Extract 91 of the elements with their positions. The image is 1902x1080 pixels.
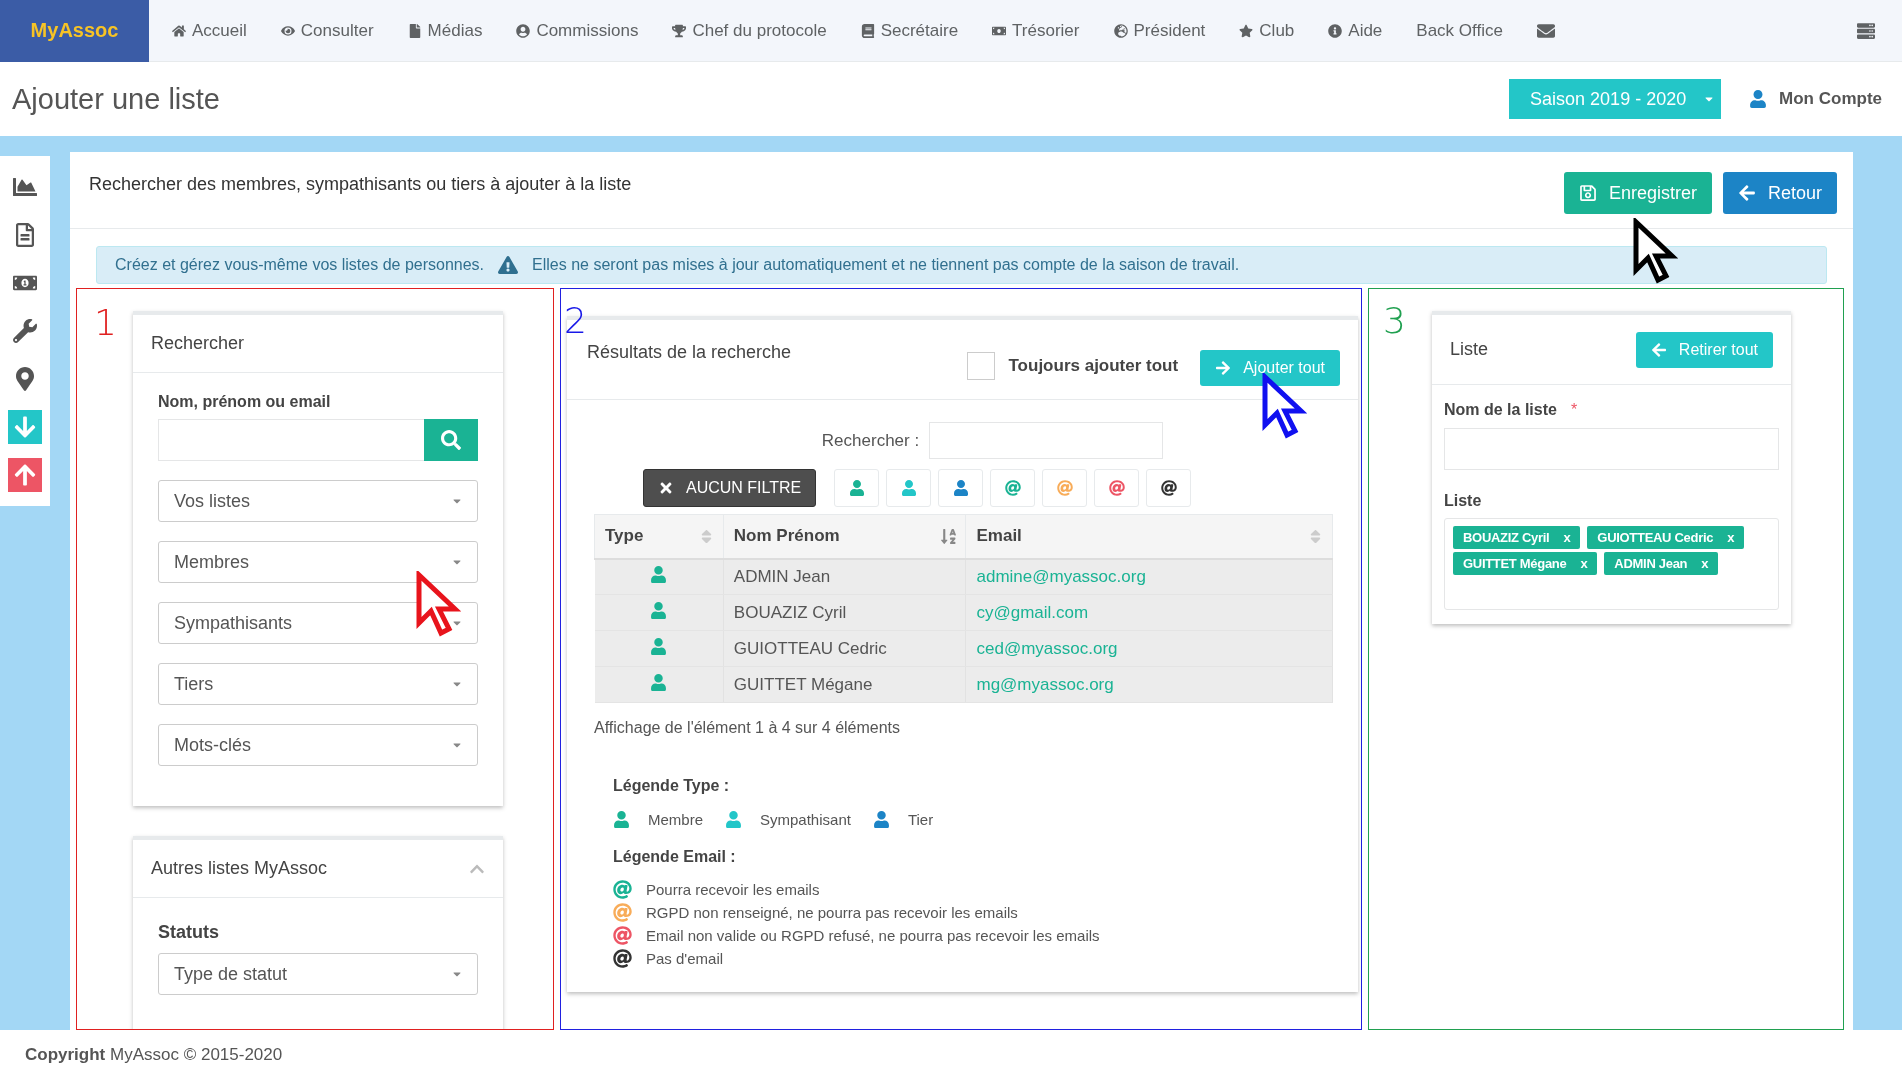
eye-icon <box>280 23 295 38</box>
step-number: 1 <box>94 305 117 341</box>
upload-button[interactable] <box>8 458 42 492</box>
nav-link[interactable]: Secrétaire <box>843 20 976 41</box>
nav-link[interactable]: Club <box>1222 20 1312 41</box>
filter-dropdown[interactable]: Sympathisants <box>158 602 478 644</box>
search-label: Rechercher : <box>821 430 920 451</box>
tag-label: GUITTET Mégane <box>1463 556 1567 571</box>
legend-label: Tier <box>907 811 934 828</box>
tag-label: GUIOTTEAU Cedric <box>1597 530 1714 545</box>
cursor-icon <box>1632 218 1678 284</box>
download-button[interactable] <box>8 410 42 444</box>
brand-logo[interactable]: MyAssoc <box>0 0 149 62</box>
floppy-icon <box>1578 184 1597 202</box>
clear-filter-button[interactable]: AUCUN FILTRE <box>643 469 817 507</box>
file-icon <box>407 23 422 38</box>
trophy-icon <box>672 23 687 38</box>
table-info: Affichage de l'élément 1 à 4 sur 4 éléments <box>594 719 901 736</box>
book-icon <box>860 23 875 38</box>
panel-title: Liste <box>1450 339 1489 360</box>
table-cell: ADMIN Jean <box>723 558 966 595</box>
nav-link[interactable]: Chef du protocole <box>655 20 844 41</box>
star-icon <box>1239 23 1254 38</box>
field-label: Liste <box>1444 492 1483 510</box>
filter-dropdown[interactable]: Membres <box>158 541 478 583</box>
globe-icon <box>1113 23 1128 38</box>
tag-label: ADMIN Jean <box>1614 556 1688 571</box>
info-icon <box>1328 23 1343 38</box>
nav-link[interactable]: Back Office <box>1399 20 1520 41</box>
user-icon <box>1749 90 1768 108</box>
legend-label: Membre <box>648 811 703 828</box>
page-title: Ajouter une liste <box>12 82 221 116</box>
nav-link[interactable]: Accueil <box>155 20 264 41</box>
legend-label: Pourra recevoir les emails <box>646 881 820 898</box>
info-text: Créez et gérez vous-même vos listes de personnes. <box>115 256 485 274</box>
nav-link[interactable]: Aide <box>1311 20 1400 41</box>
back-button[interactable]: Retour <box>1722 172 1837 214</box>
card-heading: Rechercher des membres, sympathisants ou tiers à ajouter à la liste <box>89 174 633 195</box>
close-icon <box>658 480 674 496</box>
filter-dropdown[interactable]: Mots-clés <box>158 724 478 766</box>
table-cell: admine@myassoc.org <box>966 558 1333 595</box>
checkbox[interactable] <box>966 352 995 380</box>
table-cell: GUIOTTEAU Cedric <box>723 630 966 667</box>
required-mark: * <box>1570 401 1578 419</box>
table-cell: GUITTET Mégane <box>723 666 966 703</box>
step-number: 2 <box>564 303 587 339</box>
nav-link[interactable]: Médias <box>390 20 500 41</box>
table-cell: mg@myassoc.org <box>966 666 1333 703</box>
nav-link[interactable]: Trésorier <box>975 20 1097 41</box>
filter-dropdown[interactable]: Vos listes <box>158 480 478 522</box>
step-number: 3 <box>1383 303 1406 339</box>
legend-title: Légende Email : <box>613 848 737 866</box>
home-icon <box>172 23 186 38</box>
search-field[interactable] <box>158 419 424 461</box>
field-label: Statuts <box>158 922 220 943</box>
arrow-left-icon <box>1737 184 1756 202</box>
legend-label: Email non valide ou RGPD refusé, ne pourra pas recevoir les emails <box>646 927 1100 944</box>
cursor-icon <box>415 571 461 637</box>
legend-label: Pas d'email <box>646 950 724 967</box>
status-dropdown[interactable]: Type de statut <box>158 953 478 995</box>
column-header[interactable]: Email <box>966 514 1333 559</box>
column-header[interactable]: Type <box>594 514 724 559</box>
table-cell: cy@gmail.com <box>966 594 1333 631</box>
filter-button[interactable] <box>1146 469 1192 507</box>
nav-link[interactable]: Consulter <box>263 20 391 41</box>
panel-title: Résultats de la recherche <box>587 342 793 363</box>
legend-label: Sympathisant <box>760 811 851 828</box>
filter-dropdown[interactable]: Tiers <box>158 663 478 705</box>
checkbox-label: Toujours ajouter tout <box>1008 356 1179 376</box>
panel-title: Autres listes MyAssoc <box>151 858 328 879</box>
panel-title: Rechercher <box>151 333 245 354</box>
column-header[interactable]: Nom Prénom <box>723 514 966 559</box>
table-cell: BOUAZIZ Cyril <box>723 594 966 631</box>
arrow-right-icon <box>1215 360 1232 376</box>
search-button[interactable] <box>424 419 478 461</box>
arrow-left-icon <box>1650 341 1667 358</box>
copyright-text: Copyright MyAssoc © 2015-2020 <box>25 1045 283 1065</box>
legend-label: RGPD non renseigné, ne pourra pas recevoir les emails <box>646 904 1018 921</box>
table-cell: ced@myassoc.org <box>966 630 1333 667</box>
table-search-field[interactable] <box>929 422 1164 459</box>
nav-link[interactable]: Président <box>1096 20 1223 41</box>
field-label: Nom, prénom ou email <box>158 393 332 411</box>
legend-title: Légende Type : <box>613 777 731 795</box>
search-icon <box>441 430 461 450</box>
account-link[interactable]: Mon Compte <box>1749 89 1882 109</box>
warning-text: Elles ne seront pas mises à jour automatiquement et ne tiennent pas compte de la saison de travail. <box>532 256 1240 274</box>
nav-link[interactable]: Commissions <box>499 20 656 41</box>
warning-icon <box>498 255 519 275</box>
tag-label: BOUAZIZ Cyril <box>1463 530 1550 545</box>
list-name-field[interactable] <box>1444 428 1779 470</box>
field-label: Nom de la liste <box>1444 401 1557 419</box>
